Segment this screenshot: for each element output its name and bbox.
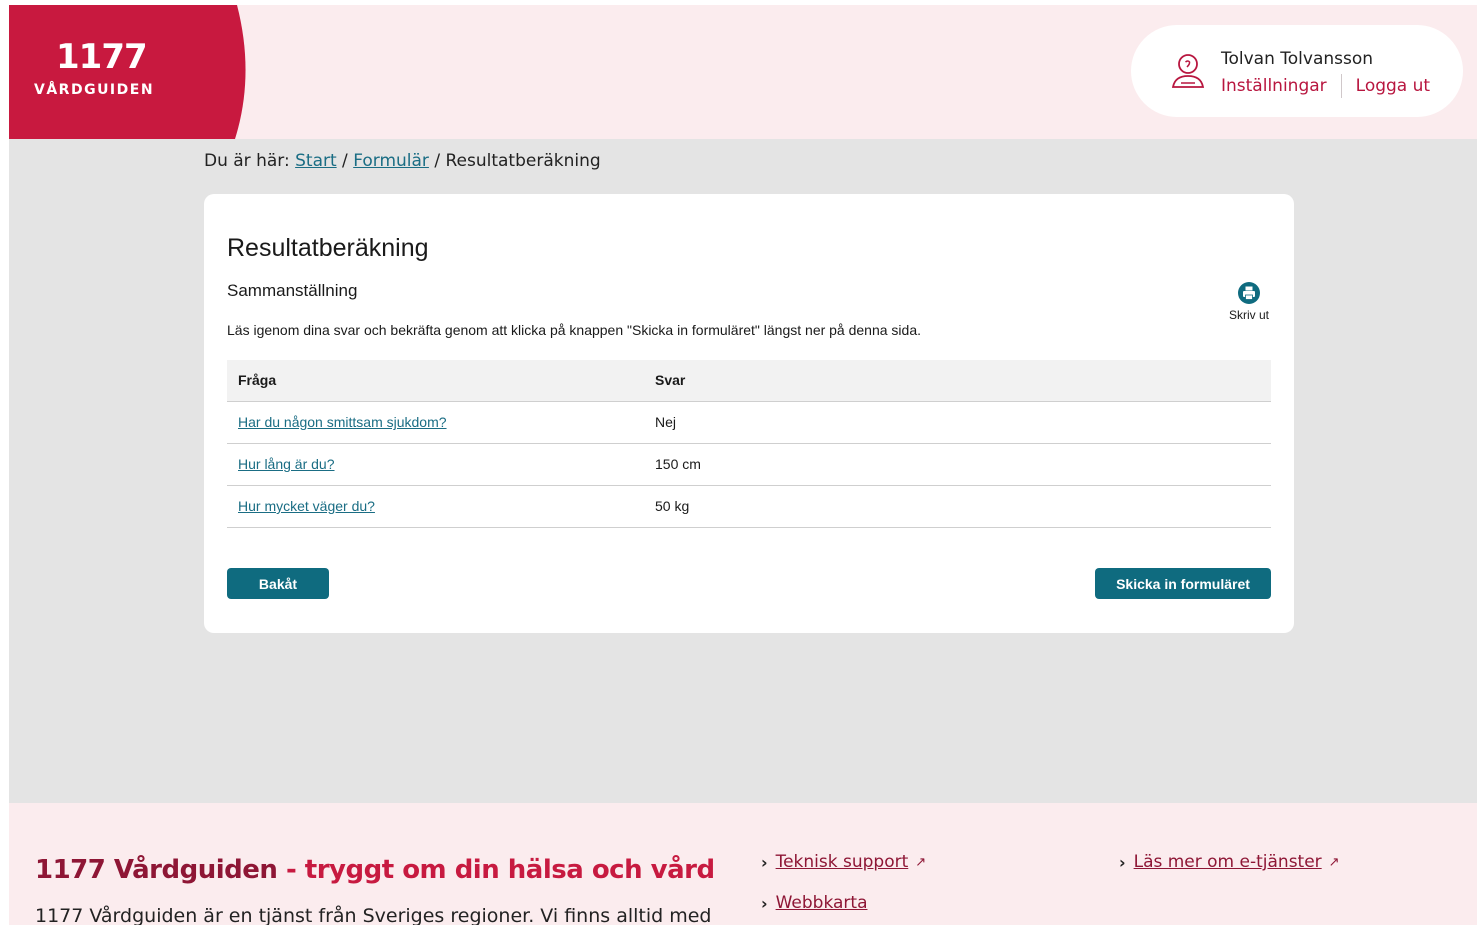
print-button[interactable]: Skriv ut bbox=[1226, 282, 1272, 322]
footer-title-tagline: - tryggt om din hälsa och vård bbox=[277, 855, 715, 885]
chevron-right-icon: › bbox=[761, 893, 768, 913]
table-row: Hur lång är du? 150 cm bbox=[227, 443, 1271, 486]
breadcrumb-separator: / bbox=[342, 151, 348, 171]
breadcrumb-prefix: Du är här: bbox=[204, 151, 290, 171]
eservices-label: Läs mer om e-tjänster bbox=[1133, 852, 1322, 872]
user-links: Inställningar Logga ut bbox=[1221, 74, 1430, 98]
page: 1177 VÅRDGUIDEN Tolvan Tolvansson Instäl… bbox=[9, 5, 1477, 925]
link-divider bbox=[1340, 74, 1342, 98]
breadcrumb: Du är här: Start / Formulär / Resultatbe… bbox=[204, 151, 601, 171]
tech-support-link[interactable]: › Teknisk support ↗ bbox=[761, 852, 926, 872]
answer-value: Nej bbox=[644, 401, 1271, 444]
print-label: Skriv ut bbox=[1228, 308, 1269, 322]
breadcrumb-start-link[interactable]: Start bbox=[295, 151, 337, 171]
table-row: Hur mycket väger du? 50 kg bbox=[227, 485, 1271, 528]
print-icon bbox=[1238, 282, 1260, 304]
question-link[interactable]: Hur mycket väger du? bbox=[238, 498, 375, 514]
page-title: Resultatberäkning bbox=[227, 234, 429, 262]
table-header-row: Fråga Svar bbox=[227, 360, 1271, 402]
breadcrumb-forms-link[interactable]: Formulär bbox=[353, 151, 429, 171]
site-header: 1177 VÅRDGUIDEN Tolvan Tolvansson Instäl… bbox=[9, 5, 1477, 139]
external-link-icon: ↗ bbox=[915, 854, 927, 870]
question-link[interactable]: Hur lång är du? bbox=[238, 456, 335, 472]
footer-title-brand: 1177 Vårdguiden bbox=[35, 855, 278, 885]
sitemap-link[interactable]: › Webbkarta bbox=[761, 893, 867, 913]
logo-number: 1177 bbox=[56, 37, 148, 77]
logo[interactable]: 1177 VÅRDGUIDEN bbox=[9, 5, 249, 139]
answer-value: 150 cm bbox=[644, 443, 1271, 486]
column-header-question: Fråga bbox=[227, 360, 644, 402]
breadcrumb-current: Resultatberäkning bbox=[445, 151, 601, 171]
footer-title: 1177 Vårdguiden - tryggt om din hälsa oc… bbox=[35, 855, 715, 885]
user-panel: Tolvan Tolvansson Inställningar Logga ut bbox=[1131, 25, 1463, 117]
sitemap-label: Webbkarta bbox=[775, 893, 868, 913]
chevron-right-icon: › bbox=[1119, 852, 1126, 872]
user-name: Tolvan Tolvansson bbox=[1221, 49, 1374, 69]
chevron-right-icon: › bbox=[761, 852, 768, 872]
tech-support-label: Teknisk support bbox=[775, 852, 909, 872]
footer-description: 1177 Vårdguiden är en tjänst från Sverig… bbox=[35, 905, 712, 925]
section-subtitle: Sammanställning bbox=[227, 281, 358, 300]
question-link[interactable]: Har du någon smittsam sjukdom? bbox=[238, 414, 447, 430]
user-icon bbox=[1171, 54, 1205, 88]
summary-card: Resultatberäkning Sammanställning Skriv … bbox=[204, 194, 1294, 633]
table-row: Har du någon smittsam sjukdom? Nej bbox=[227, 401, 1271, 444]
answer-value: 50 kg bbox=[644, 485, 1271, 528]
answers-table: Fråga Svar Har du någon smittsam sjukdom… bbox=[227, 360, 1271, 528]
logout-link[interactable]: Logga ut bbox=[1356, 76, 1430, 96]
settings-link[interactable]: Inställningar bbox=[1221, 76, 1327, 96]
site-footer: 1177 Vårdguiden - tryggt om din hälsa oc… bbox=[9, 803, 1477, 925]
logo-text: VÅRDGUIDEN bbox=[34, 82, 155, 98]
column-header-answer: Svar bbox=[644, 360, 1271, 402]
submit-form-button[interactable]: Skicka in formuläret bbox=[1095, 568, 1271, 599]
eservices-link[interactable]: › Läs mer om e-tjänster ↗ bbox=[1119, 852, 1340, 872]
intro-text: Läs igenom dina svar och bekräfta genom … bbox=[227, 322, 922, 338]
external-link-icon: ↗ bbox=[1328, 854, 1340, 870]
back-button[interactable]: Bakåt bbox=[227, 568, 329, 599]
breadcrumb-separator: / bbox=[434, 151, 441, 171]
